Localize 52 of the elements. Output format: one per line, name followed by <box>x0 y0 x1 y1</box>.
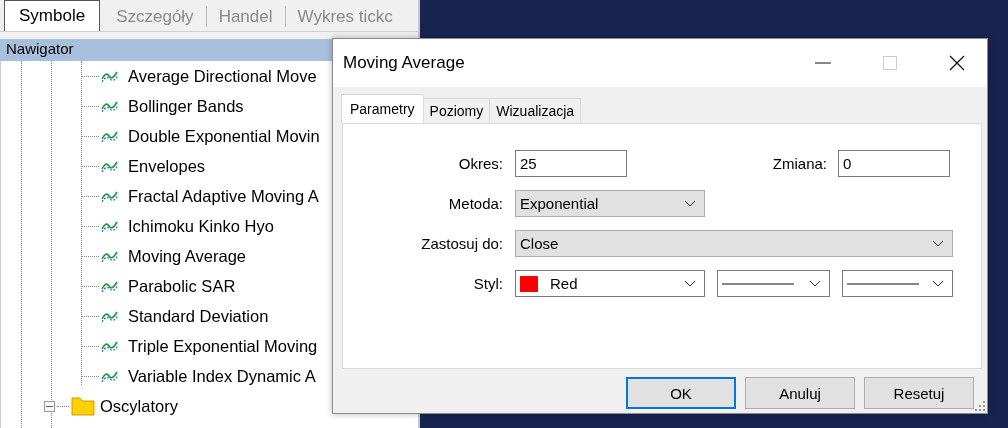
chevron-down-icon <box>932 280 944 287</box>
collapse-icon[interactable] <box>44 400 55 412</box>
field-label: Styl: <box>472 275 503 292</box>
indicator-icon <box>101 309 119 323</box>
line-width-dropdown[interactable] <box>842 270 953 297</box>
field-label: Metoda: <box>447 195 503 212</box>
indicator-icon <box>101 69 119 83</box>
field-label: Okres: <box>457 155 503 172</box>
dropdown[interactable]: Exponential <box>515 190 705 217</box>
indicator-icon <box>101 219 119 233</box>
dialog-tab[interactable]: Parametry <box>341 94 424 123</box>
resize-grip-icon[interactable] <box>975 401 985 411</box>
tree-item[interactable]: Bollinger Bands <box>128 96 244 116</box>
chevron-down-icon <box>809 280 821 287</box>
tree-item[interactable]: Ichimoku Kinko Hyo <box>128 216 274 236</box>
tree-item[interactable]: Variable Index Dynamic A <box>128 366 316 386</box>
indicator-icon <box>101 189 119 203</box>
dropdown[interactable]: Close <box>515 230 953 257</box>
input-field[interactable]: 25 <box>515 150 627 177</box>
indicator-icon <box>101 339 119 353</box>
tree-item[interactable]: Oscylatory <box>100 396 178 416</box>
indicator-icon <box>101 369 119 383</box>
dialog-tab[interactable]: Wizualizacja <box>489 98 582 123</box>
indicator-icon <box>101 279 119 293</box>
tree-item[interactable]: Moving Average <box>128 246 247 266</box>
chevron-down-icon <box>684 200 696 207</box>
tree-item[interactable]: Average Directional Move <box>128 66 317 86</box>
color-dropdown[interactable]: Red <box>515 270 705 297</box>
tree-item[interactable]: Double Exponential Movin <box>128 126 320 146</box>
chevron-down-icon <box>684 280 696 287</box>
chevron-down-icon <box>932 240 944 247</box>
input-field[interactable]: 0 <box>838 150 950 177</box>
indicator-icon <box>101 159 119 173</box>
indicator-icon <box>101 249 119 263</box>
tree-item[interactable]: Triple Exponential Moving <box>128 336 318 356</box>
field-label: Zastosuj do: <box>420 235 503 252</box>
tree-item[interactable]: Parabolic SAR <box>128 276 236 296</box>
field-label: Zmiana: <box>771 155 827 172</box>
tree-item[interactable]: Standard Deviation <box>128 306 269 326</box>
dialog-button[interactable]: Anuluj <box>745 377 855 409</box>
line-sample-icon <box>847 282 919 285</box>
tree-item[interactable]: Fractal Adaptive Moving A <box>128 186 319 206</box>
tree-item[interactable]: Envelopes <box>128 156 206 176</box>
line-sample-icon <box>722 282 794 285</box>
close-icon[interactable] <box>949 55 965 71</box>
folder-icon <box>71 396 95 416</box>
indicator-icon <box>101 129 119 143</box>
dialog-button[interactable]: Resetuj <box>864 377 974 409</box>
indicator-icon <box>101 99 119 113</box>
dialog-button[interactable]: OK <box>626 377 736 409</box>
line-style-dropdown[interactable] <box>717 270 830 297</box>
panel-tab[interactable]: Symbole <box>4 0 101 31</box>
